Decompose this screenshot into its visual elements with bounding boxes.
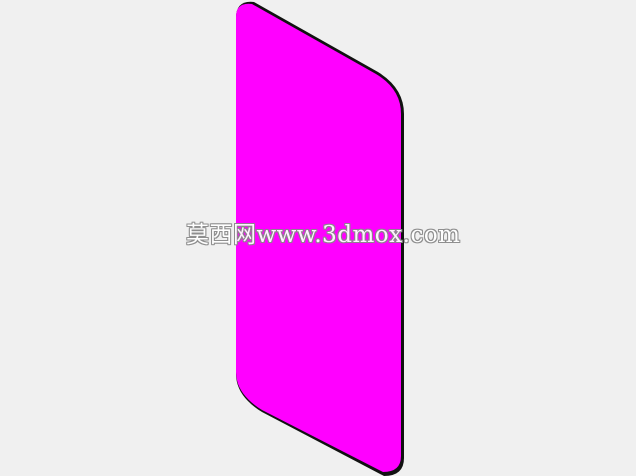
watermark-text: 莫西网www.3dmox.com	[186, 222, 461, 248]
